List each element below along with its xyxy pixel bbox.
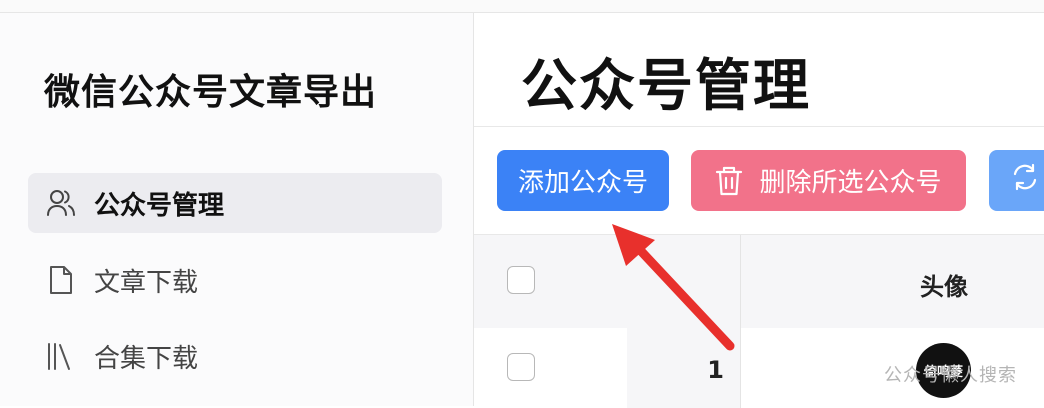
watermark-text: 公众号懒人搜索 xyxy=(884,365,1017,386)
annotation-arrow xyxy=(612,224,735,351)
